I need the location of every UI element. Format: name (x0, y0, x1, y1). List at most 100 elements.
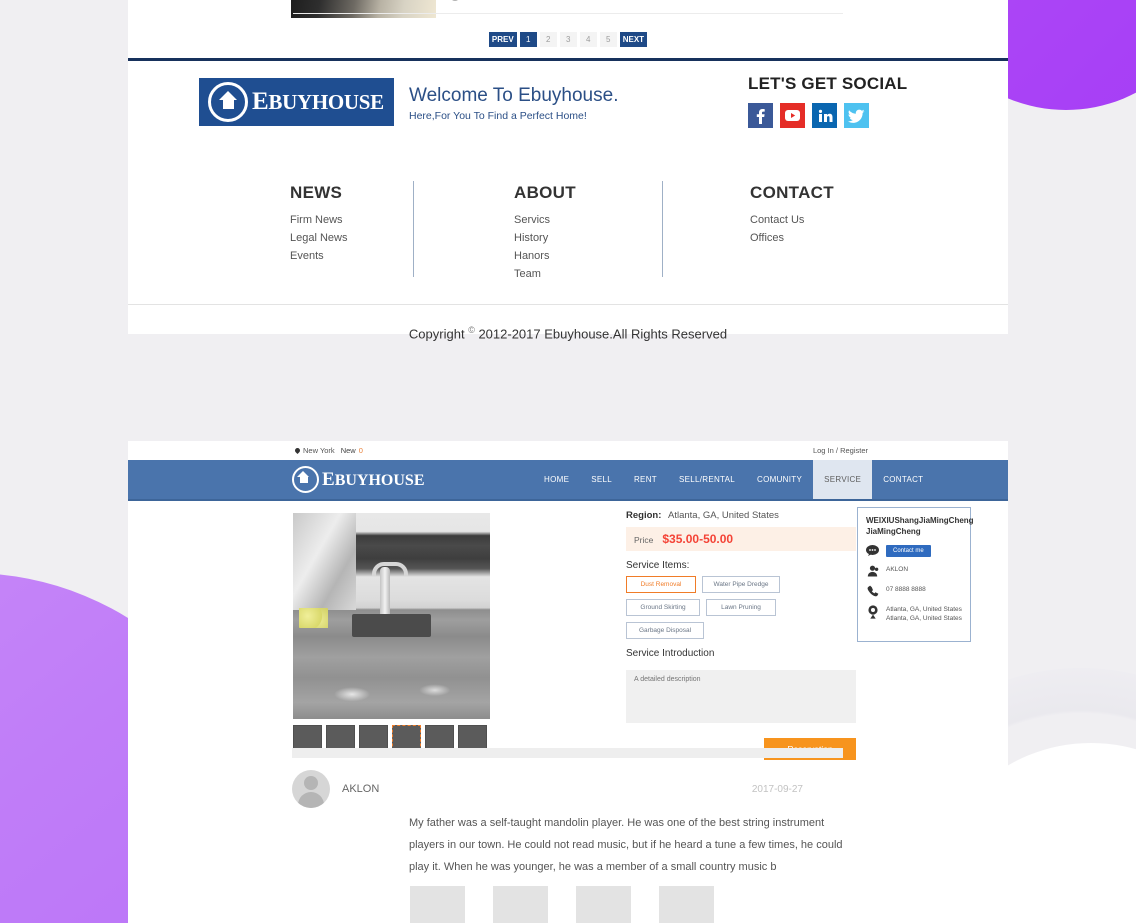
topbar-account-link[interactable]: Log In / Register (813, 446, 868, 455)
copyright: Copyright © 2012-2017 Ebuyhouse.All Righ… (128, 305, 1008, 361)
nav-item-sell[interactable]: SELL (580, 460, 623, 499)
listing-divider (293, 13, 843, 14)
service-chip-garbage-disposal[interactable]: Garbage Disposal (626, 622, 704, 639)
footer-column-title-about: ABOUT (514, 183, 576, 202)
copyright-post: 2012-2017 Ebuyhouse.All Rights Reserved (478, 326, 728, 342)
footer-link-columns: NEWS Firm News Legal News Events ABOUT S… (128, 169, 1008, 304)
service-items-label: Service Items: (626, 560, 690, 571)
footer-link-contact-us[interactable]: Contact Us (750, 214, 834, 226)
footer-link-servics[interactable]: Servics (514, 214, 576, 226)
footer-brand-bar: EBUYHOUSE Welcome To Ebuyhouse. Here,For… (128, 61, 1008, 169)
comment-attachment-4[interactable] (659, 886, 714, 923)
footer-page-panel: Atlanta, GA, United States Atlanta, GA, … (128, 0, 1008, 341)
price-value: $35.00-50.00 (662, 532, 734, 546)
avatar (292, 770, 330, 808)
main-navbar: EBUYHOUSE HOME SELL RENT SELL/RENTAL COM… (128, 460, 1008, 501)
service-introduction-input[interactable] (626, 670, 856, 723)
merchant-address-line2: Atlanta, GA, United States (886, 615, 962, 623)
service-chip-lawn-pruning[interactable]: Lawn Pruning (706, 599, 776, 616)
comment-header: AKLON 2017-09-27 (292, 766, 843, 812)
image-gallery (293, 513, 490, 751)
location-pin-icon (450, 0, 460, 1)
price-label: Price (634, 535, 654, 545)
footer-column-news: NEWS Firm News Legal News Events (290, 183, 347, 268)
location-pin-icon (293, 446, 302, 455)
footer-link-legal-news[interactable]: Legal News (290, 232, 347, 244)
contact-me-button[interactable]: Contact me (886, 544, 931, 557)
topbar-new-label[interactable]: New (341, 446, 356, 455)
topbar-new-count: 0 (358, 446, 363, 455)
footer-column-about: ABOUT Servics History Hanors Team (514, 183, 576, 286)
house-logo-icon (208, 82, 248, 122)
pagination-next[interactable]: NEXT (619, 32, 648, 47)
nav-item-home[interactable]: HOME (533, 460, 580, 499)
topbar-city[interactable]: New York (303, 446, 335, 455)
comments-section-divider (292, 748, 843, 758)
navbar-logo[interactable]: EBUYHOUSE (292, 466, 424, 493)
footer-link-hanors[interactable]: Hanors (514, 250, 576, 262)
pagination: PREV 1 2 3 4 5 NEXT (128, 22, 1008, 47)
pagination-page-5[interactable]: 5 (599, 32, 617, 47)
person-icon (866, 565, 879, 577)
service-details: Region: Atlanta, GA, United States Price… (626, 510, 856, 760)
footer-column-title-contact: CONTACT (750, 183, 834, 202)
listing-tail: Atlanta, GA, United States Atlanta, GA, … (128, 0, 1008, 22)
nav-item-comunity[interactable]: COMUNITY (746, 460, 813, 499)
pagination-page-4[interactable]: 4 (579, 32, 597, 47)
service-introduction-label: Service Introduction (626, 648, 715, 659)
footer-link-firm-news[interactable]: Firm News (290, 214, 347, 226)
comment-attachment-2[interactable] (493, 886, 548, 923)
pagination-page-3[interactable]: 3 (559, 32, 577, 47)
footer-link-history[interactable]: History (514, 232, 576, 244)
social-icons (748, 103, 907, 128)
nav-item-service[interactable]: SERVICE (813, 460, 873, 499)
comment-attachment-1[interactable] (410, 886, 465, 923)
contact-me-row: Contact me (866, 544, 962, 557)
logo-word-rest: BUYHOUSE (268, 90, 384, 114)
merchant-address-line1: Atlanta, GA, United States (886, 605, 962, 613)
footer-link-offices[interactable]: Offices (750, 232, 834, 244)
twitter-icon[interactable] (844, 103, 869, 128)
comments-section: AKLON 2017-09-27 My father was a self-ta… (292, 766, 843, 878)
comment-attachment-3[interactable] (576, 886, 631, 923)
footer-link-events[interactable]: Events (290, 250, 347, 262)
welcome-block: Welcome To Ebuyhouse. Here,For You To Fi… (409, 85, 618, 122)
listing-thumbnail (291, 0, 436, 18)
service-chip-water-pipe-dredge[interactable]: Water Pipe Dredge (702, 576, 780, 593)
facebook-icon[interactable] (748, 103, 773, 128)
nav-item-rent[interactable]: RENT (623, 460, 668, 499)
photo-detail-lemons (298, 607, 329, 629)
footer-logo-text: EBUYHOUSE (252, 88, 384, 116)
pagination-prev[interactable]: PREV (488, 32, 517, 47)
pagination-page-2[interactable]: 2 (539, 32, 557, 47)
chat-bubble-icon (866, 544, 879, 556)
nav-item-contact[interactable]: CONTACT (872, 460, 934, 499)
footer-column-title-news: NEWS (290, 183, 343, 202)
copyright-pre: Copyright (408, 326, 465, 342)
utility-topbar: New York New 0 Log In / Register (128, 441, 1008, 460)
social-block: LET'S GET SOCIAL (748, 74, 907, 128)
youtube-icon[interactable] (780, 103, 805, 128)
footer-link-team[interactable]: Team (514, 268, 576, 280)
comment-author: AKLON (342, 783, 380, 795)
pagination-page-1[interactable]: 1 (519, 32, 537, 47)
nav-item-sell-rental[interactable]: SELL/RENTAL (668, 460, 746, 499)
region-row: Region: Atlanta, GA, United States (626, 510, 856, 521)
footer-column-contact: CONTACT Contact Us Offices (750, 183, 834, 250)
region-value: Atlanta, GA, United States (668, 510, 779, 521)
merchant-contact-card: WEIXIUShangJiaMingCheng JiaMingCheng Con… (857, 507, 974, 643)
map-pin-icon (866, 604, 879, 619)
service-chip-ground-skirting[interactable]: Ground Skirting (626, 599, 700, 616)
photo-detail-sink (352, 613, 431, 637)
logo-letter-e: E (322, 468, 335, 490)
welcome-subtitle: Here,For You To Find a Perfect Home! (409, 110, 587, 122)
photo-detail-faucet (371, 562, 408, 577)
service-chip-dust-removal[interactable]: Dust Removal (626, 576, 696, 593)
footer-logo[interactable]: EBUYHOUSE (199, 78, 394, 126)
main-service-photo[interactable] (293, 513, 490, 719)
merchant-person: AKLON (886, 565, 909, 573)
logo-word-rest: BUYHOUSE (334, 471, 425, 489)
comment-text: My father was a self-taught mandolin pla… (409, 817, 843, 873)
linkedin-icon[interactable] (812, 103, 837, 128)
region-label: Region: (626, 510, 662, 521)
